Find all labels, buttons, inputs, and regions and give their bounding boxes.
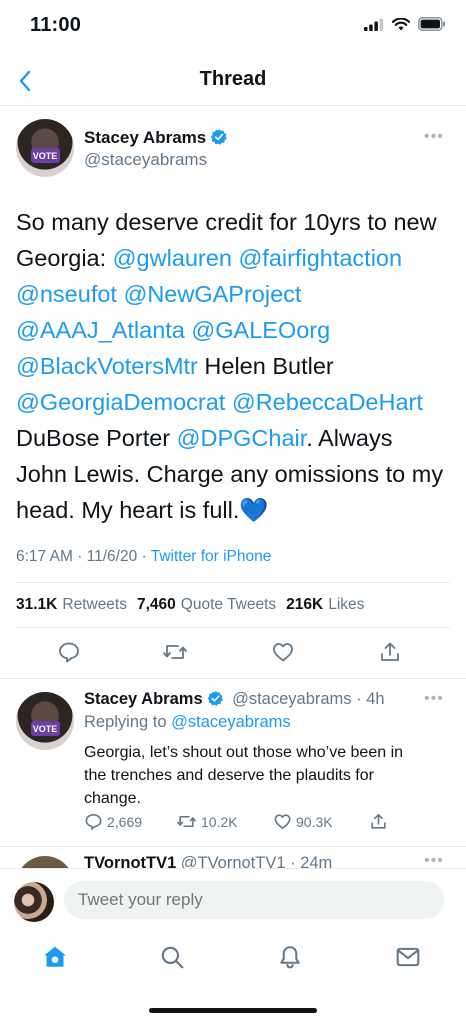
reply-avatar[interactable]: VOTE [16, 692, 74, 750]
reply-compose-bar [0, 868, 466, 932]
reply-header[interactable]: Stacey Abrams @staceyabrams · 4h [84, 690, 385, 709]
reply-actions: 2,669 10.2K 90.3K [84, 812, 404, 836]
next-author-handle: @TVornotTV1 [180, 854, 286, 869]
home-icon [44, 946, 66, 967]
author-handle: @staceyabrams [84, 150, 208, 169]
reply-input[interactable] [64, 881, 444, 919]
more-options-icon[interactable]: ••• [424, 128, 444, 146]
tab-bar [0, 932, 466, 992]
status-time: 11:00 [30, 14, 82, 36]
signal-icon [364, 18, 384, 31]
reply-icon [85, 813, 102, 830]
notifications-icon [280, 946, 300, 969]
mention-link[interactable]: @fairfightaction [238, 245, 402, 271]
messages-icon [396, 947, 420, 967]
tweet-text-segment: DuBose Porter [16, 425, 177, 451]
replying-to: Replying to @staceyabrams [84, 713, 291, 732]
divider [0, 678, 466, 679]
reply-likes-count: 90.3K [296, 813, 333, 830]
heart-icon [273, 643, 293, 662]
reply-reply-button[interactable]: 2,669 [84, 812, 142, 831]
next-age: 24m [300, 854, 333, 869]
share-icon [371, 813, 386, 829]
avatar[interactable]: VOTE [16, 119, 74, 177]
tab-home[interactable] [40, 942, 70, 972]
verified-badge-icon [211, 129, 227, 145]
mention-link[interactable]: @GALEOorg [191, 317, 330, 343]
reply-retweet-button[interactable]: 10.2K [176, 812, 238, 831]
author-name: Stacey Abrams [84, 128, 207, 147]
more-options-icon[interactable]: ••• [424, 690, 444, 708]
home-indicator [149, 1008, 317, 1013]
mention-link[interactable]: @GeorgiaDemocrat [16, 389, 225, 415]
divider [16, 627, 450, 628]
likes-count: 216K [286, 596, 324, 613]
divider [0, 846, 466, 847]
mention-link[interactable]: @gwlauren [113, 245, 232, 271]
likes-label: Likes [328, 596, 365, 613]
next-author-name: TVornotTV1 [84, 854, 177, 869]
battery-icon [418, 17, 445, 31]
tweet-actions [0, 638, 466, 668]
reply-share-button[interactable] [369, 812, 388, 831]
divider [16, 582, 450, 583]
avatar-mask-label: VOTE [30, 148, 60, 164]
reply-icon [59, 642, 79, 663]
likes-stat[interactable]: 216K Likes [286, 596, 364, 614]
tweet-source-link[interactable]: Twitter for iPhone [151, 548, 272, 565]
search-icon [161, 946, 184, 969]
replying-to-label: Replying to [84, 713, 167, 731]
reply-age: 4h [366, 690, 385, 708]
wifi-icon [392, 17, 410, 30]
mention-link[interactable]: @nseufot [16, 281, 117, 307]
mention-link[interactable]: @AAAJ_Atlanta [16, 317, 185, 343]
retweet-button[interactable] [161, 638, 189, 666]
tab-messages[interactable] [393, 942, 423, 972]
like-button[interactable] [269, 638, 297, 666]
reply-like-button[interactable]: 90.3K [273, 812, 333, 831]
reply-retweets-count: 10.2K [201, 813, 238, 830]
tweet-text: So many deserve credit for 10yrs to new … [16, 204, 446, 528]
share-button[interactable] [376, 638, 404, 666]
tweet-time: 6:17 AM [16, 548, 73, 565]
retweet-icon [177, 815, 196, 828]
tweet-text-segment: Helen Butler [197, 353, 334, 379]
tweet-meta: 6:17 AM · 11/6/20 · Twitter for iPhone [16, 548, 272, 565]
tweet-date: 11/6/20 [86, 548, 138, 565]
retweet-icon [163, 645, 187, 659]
mention-link[interactable]: @NewGAProject [123, 281, 301, 307]
page-title: Thread [199, 68, 267, 90]
heart-icon [274, 814, 291, 830]
reply-text: Georgia, let’s shout out those who’ve be… [84, 744, 404, 807]
verified-badge-icon [207, 691, 223, 706]
quote-tweets-label: Quote Tweets [180, 596, 277, 613]
avatar-mask-label: VOTE [30, 721, 60, 737]
mention-link[interactable]: @RebeccaDeHart [232, 389, 423, 415]
tab-notifications[interactable] [275, 942, 305, 972]
retweets-count: 31.1K [16, 596, 58, 613]
share-icon [381, 642, 399, 661]
user-avatar[interactable] [14, 882, 54, 922]
tab-search[interactable] [157, 942, 187, 972]
reply-button[interactable] [55, 638, 83, 666]
retweets-stat[interactable]: 31.1K Retweets [16, 596, 127, 614]
replying-to-handle[interactable]: @staceyabrams [171, 713, 290, 731]
quote-tweets-count: 7,460 [137, 596, 176, 613]
reply-author-name: Stacey Abrams [84, 690, 203, 708]
navigation-bar: Thread [0, 56, 466, 106]
tweet-stats: 31.1K Retweets 7,460 Quote Tweets 216K L… [16, 596, 364, 614]
quote-tweets-stat[interactable]: 7,460 Quote Tweets [137, 596, 276, 614]
reply-author-handle: @staceyabrams [232, 690, 352, 708]
reply-replies-count: 2,669 [107, 813, 143, 830]
status-icons [364, 17, 446, 31]
author-block[interactable]: Stacey Abrams @staceyabrams [84, 128, 228, 170]
mention-link[interactable]: @DPGChair [177, 425, 307, 451]
next-tweet-header[interactable]: TVornotTV1 @TVornotTV1 · 24m [84, 854, 332, 869]
mention-link[interactable]: @BlackVotersMtr [16, 353, 198, 379]
retweets-label: Retweets [62, 596, 127, 613]
